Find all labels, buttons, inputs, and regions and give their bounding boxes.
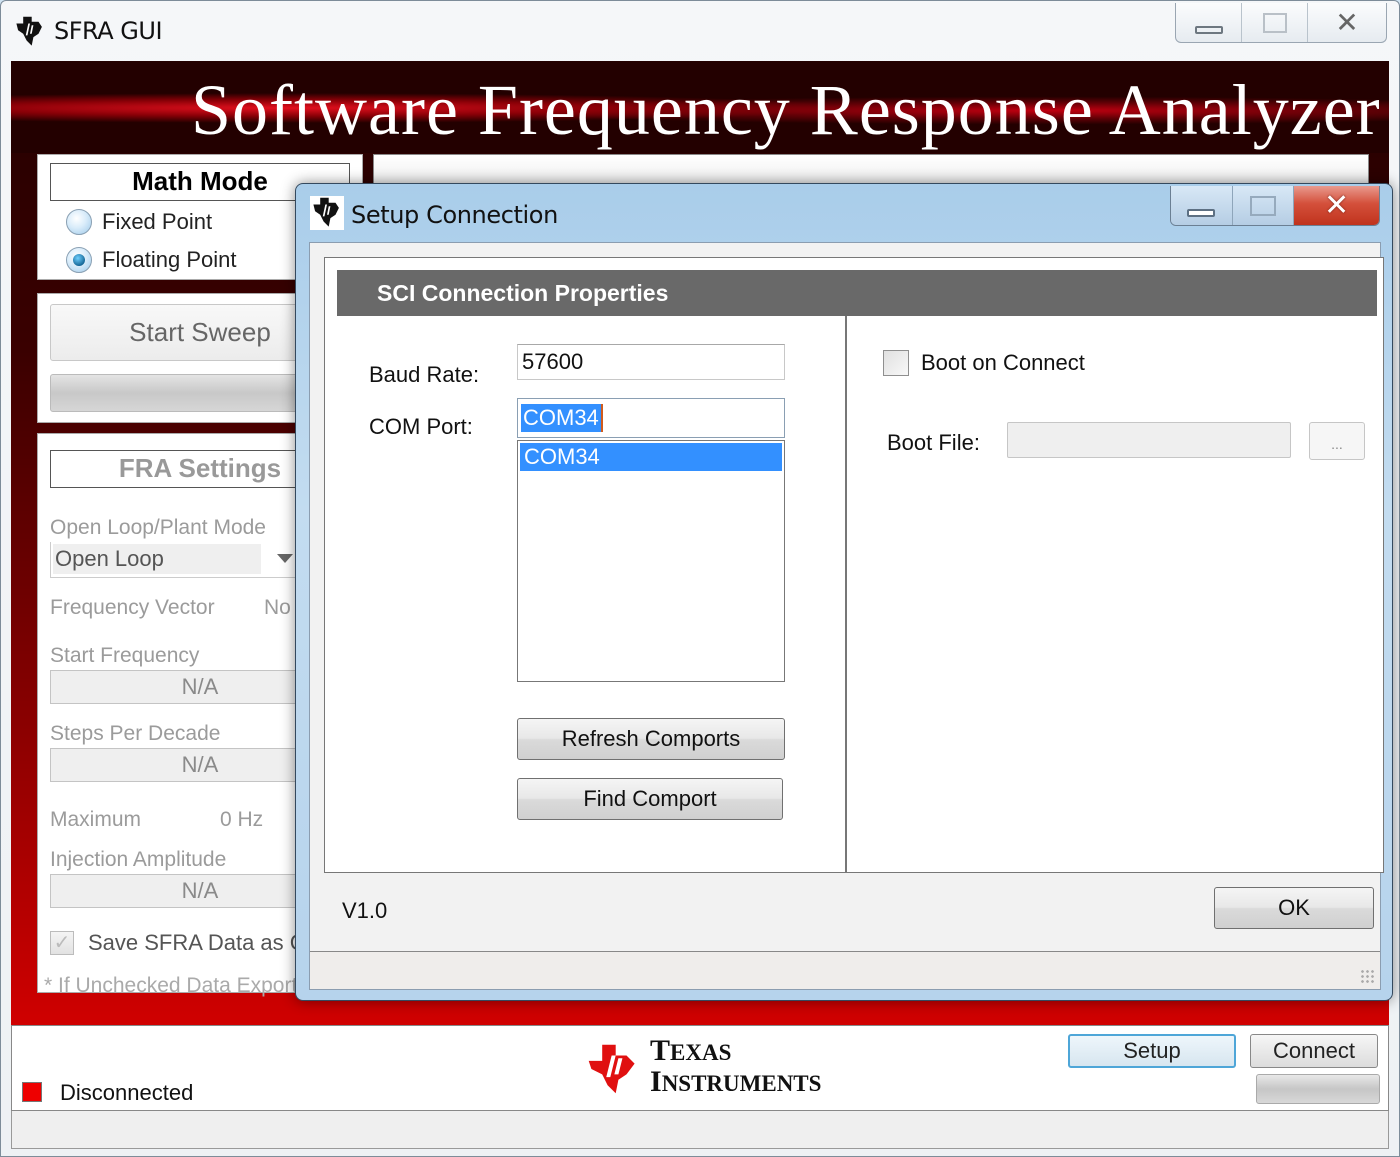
radio-label: Floating Point: [102, 247, 237, 272]
ti-logo-initial: I: [650, 1065, 662, 1098]
boot-on-connect-label: Boot on Connect: [921, 350, 1085, 375]
steps-label: Steps Per Decade: [50, 722, 221, 745]
checkbox-unchecked-icon: [883, 350, 909, 376]
dialog-status-bar: [310, 951, 1380, 989]
close-icon: ✕: [1324, 188, 1350, 223]
dialog-caption-buttons: ✕: [1170, 186, 1380, 226]
sci-section-header: SCI Connection Properties: [337, 270, 1377, 316]
baud-rate-label: Baud Rate:: [369, 362, 480, 387]
resize-grip-icon[interactable]: [1360, 969, 1374, 983]
connect-progress-bar: [1256, 1074, 1380, 1104]
texas-instruments-logo: Texas Instruments: [584, 1034, 822, 1100]
dialog-body: SCI Connection Properties Baud Rate: 576…: [309, 242, 1384, 990]
com-port-dropdown-list[interactable]: COM34: [517, 440, 785, 682]
ti-logo-word2: Instruments: [650, 1067, 822, 1097]
browse-button[interactable]: ...: [1309, 422, 1365, 460]
mode-select-value: Open Loop: [53, 544, 261, 574]
boot-on-connect-checkbox[interactable]: Boot on Connect: [883, 350, 1085, 376]
ti-logo-word1: exas: [670, 1040, 732, 1065]
ok-button[interactable]: OK: [1214, 887, 1374, 929]
com-port-selected-text: COM34: [521, 404, 603, 432]
close-button[interactable]: ✕: [1308, 3, 1386, 42]
ti-logo-text: Texas Instruments: [650, 1034, 822, 1100]
mode-label: Open Loop/Plant Mode: [50, 516, 266, 539]
main-titlebar[interactable]: SFRA GUI ✕: [1, 1, 1399, 61]
find-comport-button[interactable]: Find Comport: [517, 778, 783, 820]
ti-logo-icon: [310, 196, 344, 230]
setup-button[interactable]: Setup: [1068, 1034, 1236, 1068]
setup-connection-dialog: Setup Connection ✕ SCI Connection Proper…: [295, 183, 1393, 1001]
ti-logo-rest: nstruments: [661, 1071, 822, 1096]
injection-label: Injection Amplitude: [50, 848, 227, 871]
freq-vector-label: Frequency Vector: [50, 596, 215, 619]
window-title: SFRA GUI: [54, 17, 163, 45]
boot-file-label: Boot File:: [887, 430, 980, 455]
status-led-icon: [22, 1082, 42, 1102]
dialog-maximize-button[interactable]: [1232, 186, 1295, 225]
ti-logo-line1: Texas: [650, 1034, 732, 1067]
radio-fixed-point[interactable]: Fixed Point: [66, 209, 212, 235]
close-icon: ✕: [1335, 6, 1359, 39]
radio-unchecked-icon: [66, 209, 92, 235]
panel-divider: [845, 316, 847, 872]
maximize-icon: [1249, 195, 1276, 216]
radio-label: Fixed Point: [102, 209, 213, 234]
status-bar: [11, 1111, 1389, 1149]
ti-logo-icon: [16, 16, 42, 46]
com-port-input[interactable]: COM34: [517, 398, 785, 438]
window-caption-buttons: ✕: [1175, 3, 1387, 43]
com-port-label: COM Port:: [369, 414, 473, 439]
freq-vector-value: No: [264, 596, 291, 619]
minimize-icon: [1194, 25, 1223, 34]
radio-floating-point[interactable]: Floating Point: [66, 247, 237, 273]
baud-rate-input[interactable]: 57600: [517, 344, 785, 380]
start-freq-label: Start Frequency: [50, 644, 200, 667]
max-label: Maximum: [50, 808, 142, 831]
save-csv-checkbox[interactable]: ✓ Save SFRA Data as CSV: [50, 930, 335, 956]
boot-file-input[interactable]: [1007, 422, 1291, 458]
dialog-close-button[interactable]: ✕: [1294, 186, 1379, 225]
dialog-minimize-button[interactable]: [1171, 186, 1233, 225]
checkbox-checked-icon: ✓: [50, 931, 74, 955]
com-port-option[interactable]: COM34: [520, 443, 782, 471]
connection-status: Disconnected: [60, 1080, 194, 1105]
max-value: 0 Hz: [220, 808, 264, 831]
maximize-button[interactable]: [1242, 3, 1308, 42]
sci-connection-panel: SCI Connection Properties Baud Rate: 576…: [324, 257, 1384, 873]
ti-logo-line2: Instruments: [650, 1067, 822, 1100]
refresh-comports-button[interactable]: Refresh Comports: [517, 718, 785, 760]
version-label: V1.0: [342, 898, 388, 923]
minimize-icon: [1187, 208, 1216, 217]
banner-title: Software Frequency Response Analyzer: [191, 70, 1381, 150]
banner: Software Frequency Response Analyzer: [11, 61, 1389, 153]
dialog-title: Setup Connection: [351, 201, 558, 229]
bottom-panel: Disconnected Texas Instruments Setup Con…: [11, 1025, 1389, 1111]
maximize-icon: [1262, 12, 1287, 33]
radio-checked-icon: [66, 247, 92, 273]
save-note: * If Unchecked Data Exported: [44, 974, 321, 997]
minimize-button[interactable]: [1176, 3, 1242, 42]
ti-logo-icon: [588, 1044, 635, 1094]
connect-button[interactable]: Connect: [1250, 1034, 1378, 1068]
chevron-down-icon: [277, 554, 293, 563]
